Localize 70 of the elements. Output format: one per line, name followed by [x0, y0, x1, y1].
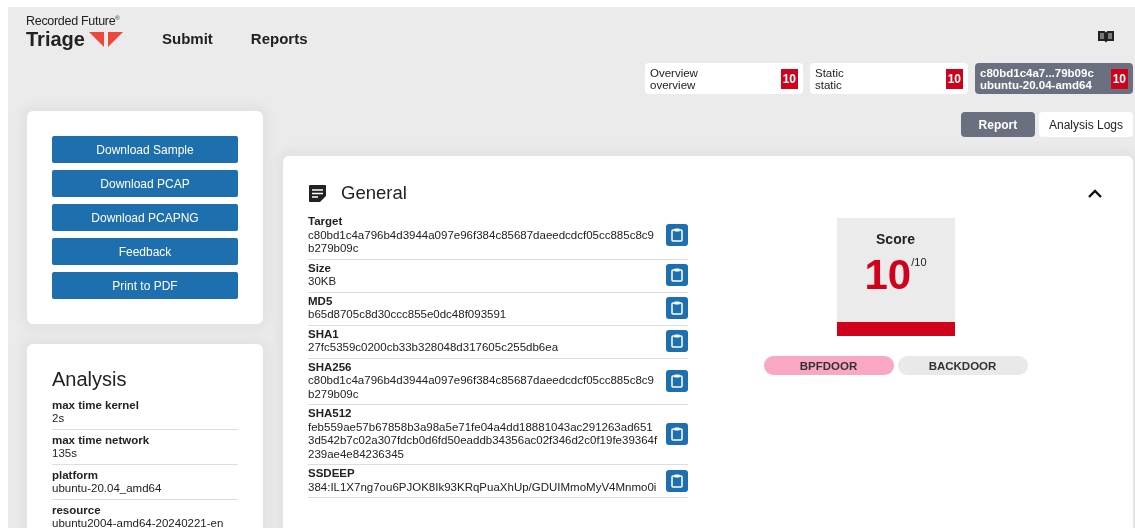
chevron-up-icon[interactable] [1087, 188, 1103, 198]
field-label: SHA256 [308, 360, 353, 374]
field-value: ubuntu2004-amd64-20240221-en [52, 517, 225, 528]
field-label: platform [52, 469, 99, 482]
score-max: /10 [911, 256, 927, 268]
field-label: Size [308, 261, 332, 275]
brand-name: Recorded Future$^{®}$ [26, 14, 121, 28]
tag: BACKDOOR [897, 356, 1028, 375]
field-value: c80bd1c4a796b4d3944a097e96f384c85687daeedcdcf05cc885c8c9b279b09c [308, 374, 655, 401]
clipboard-icon [671, 427, 683, 441]
clipboard-icon [671, 228, 683, 243]
action-button[interactable]: Download Sample [52, 136, 238, 163]
task-subtitle: ubuntu-20.04-amd64 [980, 78, 1093, 91]
field-value: feb559ae57b67858b3a98a5e71fe04a4dd18881043ac291263ad6513d542b7c02a307fdcb0d6fd50eaddb34356ac02f346d2c0f19fe39364f239ae4e84236345 [308, 420, 658, 461]
field-value: 27fc5359c0200cb33b328048d317605c255db6ea [308, 341, 560, 355]
clipboard-icon [671, 373, 683, 388]
action-button[interactable]: Feedback [52, 238, 238, 265]
copy-button[interactable] [666, 297, 688, 319]
view-tab[interactable]: Report [960, 112, 1035, 137]
field-label: SHA1 [308, 327, 340, 341]
field-value: 30KB [308, 275, 338, 289]
task-tab[interactable]: Overview overview 10 [645, 63, 803, 94]
field-value: 384:IL1X7ng7ou6PJOK8Ik93KRqPuaXhUp/GDUIMmoMyV4Mnmo0i [308, 480, 658, 494]
field-label: max time network [52, 434, 151, 447]
task-title: Overview [650, 66, 699, 79]
field-label: resource [52, 504, 102, 517]
card-title: Analysis [52, 368, 128, 391]
field-label: MD5 [308, 294, 334, 308]
field-value: ubuntu-20.04_amd64 [52, 482, 163, 495]
task-tab[interactable]: Static static 10 [810, 63, 968, 94]
clipboard-icon [671, 301, 683, 315]
score-badge: 10 [780, 68, 798, 89]
copy-button[interactable] [666, 469, 688, 492]
task-subtitle: static [815, 78, 843, 91]
clipboard-icon [671, 473, 683, 488]
copy-button[interactable] [666, 423, 688, 445]
field-value: 2s [52, 412, 66, 425]
document-icon [308, 183, 327, 203]
field-label: Target [308, 215, 344, 229]
logo-icon [88, 32, 125, 47]
nav-link[interactable]: Submit [162, 30, 213, 47]
field-label: SHA512 [308, 407, 353, 421]
action-button[interactable]: Download PCAP [52, 170, 238, 197]
section-title: General [341, 182, 408, 204]
field-label: SSDEEP [308, 467, 356, 481]
action-button[interactable]: Print to PDF [52, 272, 238, 299]
field-value: 135s [52, 447, 78, 460]
copy-button[interactable] [666, 264, 688, 286]
clipboard-icon [671, 334, 683, 348]
score-value: 10 [864, 253, 912, 297]
score-badge: 10 [945, 68, 963, 89]
copy-button[interactable] [666, 369, 688, 392]
task-title: c80bd1c4a7...79b09c [980, 66, 1095, 79]
book-icon[interactable] [1097, 30, 1115, 43]
clipboard-icon [671, 268, 683, 282]
field-value: b65d8705c8d30ccc855e0dc48f093591 [308, 308, 508, 322]
task-tab[interactable]: c80bd1c4a7...79b09c ubuntu-20.04-amd64 10 [975, 63, 1133, 94]
score-label: Score [876, 231, 915, 247]
task-title: Static [815, 66, 845, 79]
field-label: max time kernel [52, 399, 140, 412]
action-button[interactable]: Download PCAPNG [52, 204, 238, 231]
tag: BPFDOOR [763, 356, 894, 375]
copy-button[interactable] [666, 330, 688, 352]
copy-button[interactable] [666, 224, 688, 247]
task-subtitle: overview [650, 78, 697, 91]
product-name: Triage [26, 28, 85, 51]
nav-link[interactable]: Reports [250, 30, 308, 47]
score-badge: 10 [1110, 68, 1128, 89]
field-value: c80bd1c4a796b4d3944a097e96f384c85687daeedcdcf05cc885c8c9b279b09c [308, 228, 655, 256]
view-tab[interactable]: Analysis Logs [1038, 112, 1133, 137]
